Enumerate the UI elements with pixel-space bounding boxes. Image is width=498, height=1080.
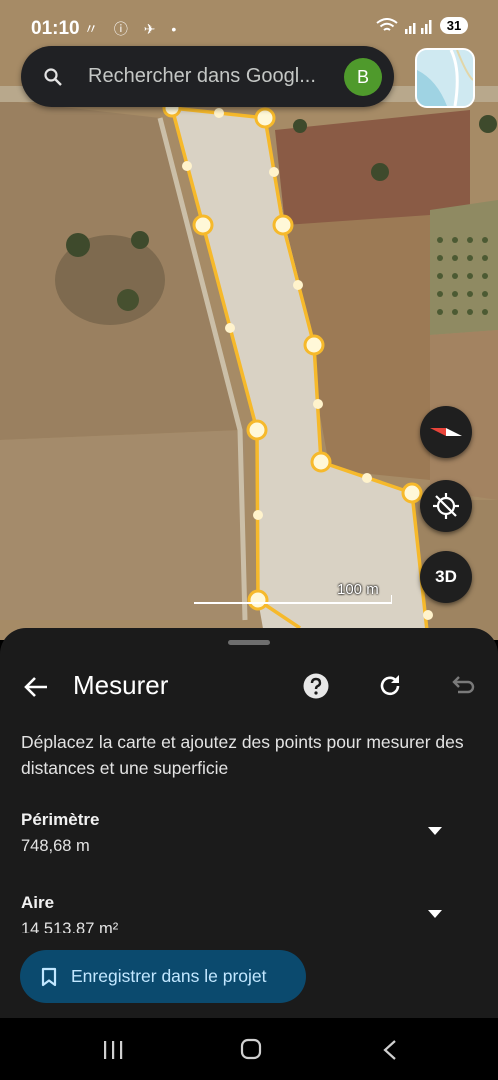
wifi-icon [376, 17, 398, 31]
map-type-thumbnail [417, 50, 473, 106]
undo-icon[interactable] [449, 672, 475, 698]
measure-point [254, 107, 276, 129]
measure-line-left [170, 107, 260, 601]
status-time: 01:10 [31, 18, 80, 39]
3d-toggle-button[interactable]: 3D [420, 551, 472, 603]
recent-apps-icon[interactable] [102, 1040, 124, 1060]
scale-label: 100 m [337, 581, 379, 598]
sheet-drag-handle[interactable] [228, 640, 270, 645]
back-icon[interactable] [382, 1039, 398, 1061]
area-label: Aire [21, 893, 55, 912]
bookmark-icon [41, 967, 57, 986]
measure-bottom-sheet: Mesurer Déplacez la carte et ajoutez des… [0, 628, 498, 1018]
account-avatar[interactable]: B [344, 58, 382, 96]
measure-instructions: Déplacez la carte et ajoutez des points … [21, 732, 464, 778]
help-icon[interactable] [302, 672, 330, 700]
measure-point [401, 482, 423, 504]
area-dropdown-icon[interactable] [428, 909, 442, 919]
measure-point [246, 419, 268, 441]
measure-point [272, 214, 294, 236]
measure-point [303, 334, 325, 356]
status-right-icons: 31 [376, 17, 468, 34]
refresh-icon[interactable] [376, 672, 404, 700]
measure-line-right [171, 106, 430, 640]
notification-icons: 〃 ⓘ ✈ • [84, 21, 183, 37]
home-icon[interactable] [240, 1038, 262, 1060]
measure-midpoints [182, 108, 433, 620]
status-bar: 01:10 〃 ⓘ ✈ • 31 [0, 0, 498, 50]
measure-vertices [162, 98, 423, 611]
measure-point [192, 214, 214, 236]
perimeter-section[interactable]: Périmètre 748,68 m [21, 810, 471, 856]
perimeter-label: Périmètre [21, 810, 100, 829]
location-disabled-icon [433, 493, 459, 519]
compass-button[interactable] [420, 406, 472, 458]
back-arrow-icon[interactable] [22, 673, 50, 701]
search-icon [44, 67, 62, 86]
sheet-title: Mesurer [73, 670, 169, 700]
system-navigation-bar [0, 1018, 498, 1080]
compass-icon [430, 428, 462, 436]
perimeter-value: 748,68 m [21, 837, 90, 855]
save-to-project-button[interactable]: Enregistrer dans le projet [20, 950, 306, 1003]
battery-indicator: 31 [440, 17, 468, 34]
search-input[interactable]: Rechercher dans Googl... [88, 65, 333, 88]
perimeter-dropdown-icon[interactable] [428, 826, 442, 836]
map-layers-button[interactable] [415, 48, 475, 108]
signal-icon [405, 19, 432, 34]
my-location-button[interactable] [420, 480, 472, 532]
measure-point [310, 451, 332, 473]
sheet-header: Mesurer [0, 664, 498, 708]
search-bar[interactable]: Rechercher dans Googl... B [21, 46, 394, 107]
save-button-label: Enregistrer dans le projet [71, 966, 267, 986]
